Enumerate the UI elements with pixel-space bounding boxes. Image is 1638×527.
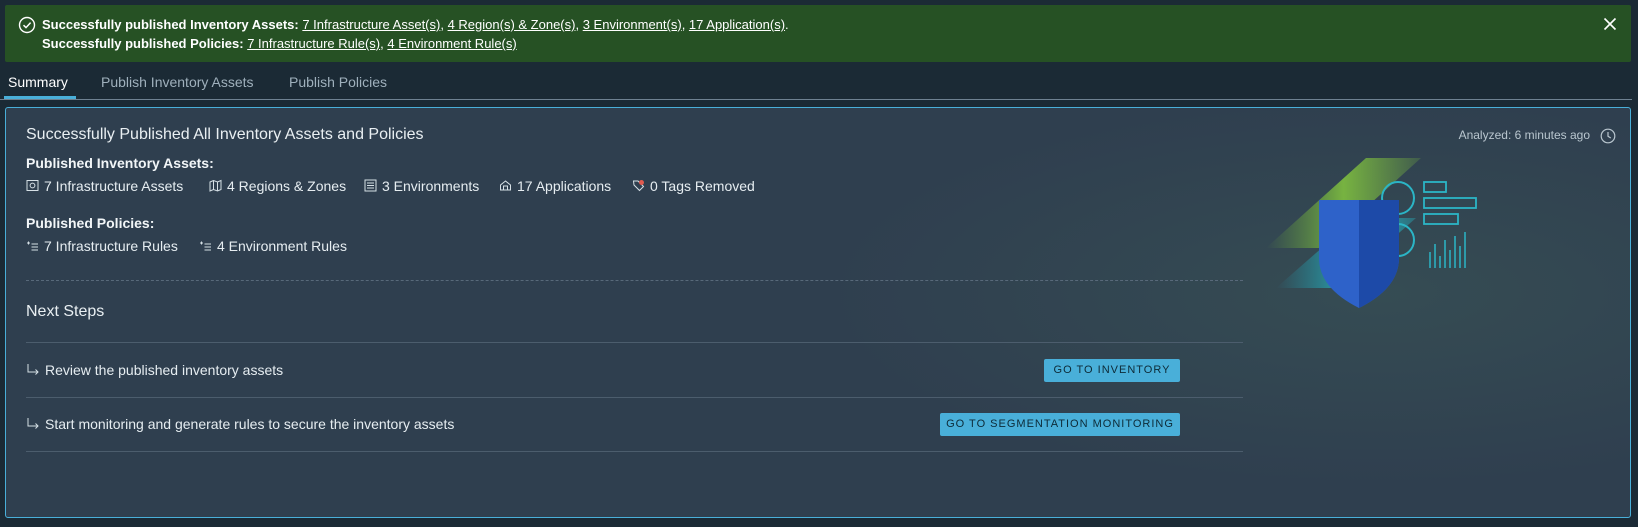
banner-link-regions-zones[interactable]: 4 Region(s) & Zone(s) bbox=[448, 17, 576, 32]
inventory-item-regions: 4 Regions & Zones bbox=[209, 178, 346, 194]
inventory-item-label: 17 Applications bbox=[517, 178, 612, 194]
security-shield-illustration bbox=[1266, 158, 1477, 308]
active-tab-indicator bbox=[4, 96, 76, 99]
step-label: Start monitoring and generate rules to s… bbox=[45, 416, 455, 432]
rules-icon bbox=[27, 241, 38, 251]
policy-item-environment-rules: 4 Environment Rules bbox=[199, 238, 347, 254]
step-review-inventory: Review the published inventory assets bbox=[26, 362, 283, 378]
banner-link-environments[interactable]: 3 Environment(s) bbox=[583, 17, 682, 32]
inventory-item-environments: 3 Environments bbox=[364, 178, 479, 194]
policy-item-label: 7 Infrastructure Rules bbox=[44, 238, 178, 254]
inventory-item-label: 7 Infrastructure Assets bbox=[44, 178, 184, 194]
inventory-item-label: 4 Regions & Zones bbox=[227, 178, 347, 194]
inventory-item-label: 0 Tags Removed bbox=[650, 178, 755, 194]
step-start-monitoring: Start monitoring and generate rules to s… bbox=[26, 416, 454, 432]
banner-link-environment-rules[interactable]: 4 Environment Rule(s) bbox=[387, 36, 516, 51]
applications-icon bbox=[500, 180, 511, 191]
tab-publish-inventory-assets[interactable]: Publish Inventory Assets bbox=[101, 74, 254, 90]
rules-icon bbox=[200, 241, 211, 251]
banner-inventory-line: Successfully published Inventory Assets:… bbox=[42, 17, 789, 32]
card-title: Successfully Published All Inventory Ass… bbox=[26, 126, 424, 143]
tab-publish-policies[interactable]: Publish Policies bbox=[289, 74, 387, 90]
go-to-segmentation-monitoring-button[interactable]: GO TO SEGMENTATION MONITORING bbox=[940, 413, 1180, 436]
banner-period: . bbox=[785, 17, 789, 32]
success-banner: Successfully published Inventory Assets:… bbox=[5, 5, 1631, 62]
policies-section-label: Published Policies: bbox=[26, 215, 155, 231]
banner-inventory-prefix: Successfully published Inventory Assets: bbox=[42, 17, 299, 32]
tab-summary[interactable]: Summary bbox=[8, 74, 68, 90]
policy-item-label: 4 Environment Rules bbox=[217, 238, 347, 254]
inventory-item-applications: 17 Applications bbox=[499, 178, 611, 194]
policy-item-infrastructure-rules: 7 Infrastructure Rules bbox=[26, 238, 178, 254]
tag-removed-icon bbox=[632, 180, 645, 192]
inventory-section-label: Published Inventory Assets: bbox=[26, 155, 214, 171]
step-arrow-icon bbox=[27, 364, 39, 375]
map-icon bbox=[209, 179, 222, 192]
banner-policies-line: Successfully published Policies: 7 Infra… bbox=[42, 36, 517, 51]
clock-icon[interactable] bbox=[1600, 128, 1616, 144]
next-steps-title: Next Steps bbox=[26, 303, 105, 320]
inventory-item-tags-removed: 0 Tags Removed bbox=[632, 178, 755, 194]
step-label: Review the published inventory assets bbox=[45, 362, 284, 378]
banner-link-infrastructure-rules[interactable]: 7 Infrastructure Rule(s) bbox=[247, 36, 380, 51]
banner-link-applications[interactable]: 17 Application(s) bbox=[689, 17, 785, 32]
inventory-item-infrastructure: 7 Infrastructure Assets bbox=[26, 178, 183, 194]
analyzed-timestamp: Analyzed: 6 minutes ago bbox=[1458, 128, 1590, 142]
infrastructure-icon bbox=[26, 180, 39, 191]
environment-icon bbox=[364, 179, 377, 192]
banner-link-infrastructure-assets[interactable]: 7 Infrastructure Asset(s) bbox=[302, 17, 440, 32]
banner-policies-prefix: Successfully published Policies: bbox=[42, 36, 244, 51]
check-circle-icon bbox=[18, 16, 36, 34]
step-arrow-icon bbox=[27, 418, 39, 429]
inventory-item-label: 3 Environments bbox=[382, 178, 480, 194]
summary-card: Successfully Published All Inventory Ass… bbox=[5, 107, 1631, 518]
go-to-inventory-button[interactable]: GO TO INVENTORY bbox=[1044, 359, 1180, 382]
step-divider bbox=[26, 397, 1243, 398]
section-divider bbox=[26, 280, 1243, 281]
step-divider bbox=[26, 451, 1243, 452]
close-icon[interactable] bbox=[1601, 15, 1619, 33]
tab-bar: Summary Publish Inventory Assets Publish… bbox=[0, 66, 1632, 100]
step-divider bbox=[26, 342, 1243, 343]
